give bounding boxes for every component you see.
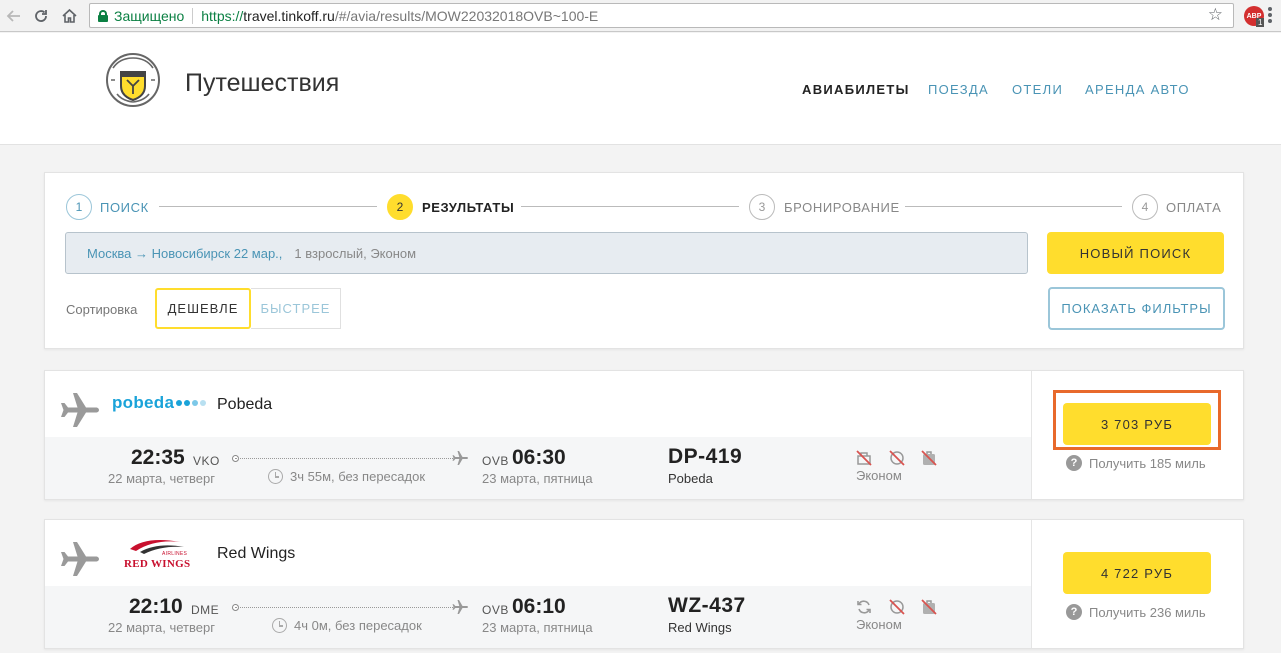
airplane-icon xyxy=(61,542,99,576)
step-connector xyxy=(521,206,739,207)
address-bar[interactable]: Защищено https://travel.tinkoff.ru/#/avi… xyxy=(89,3,1234,28)
arrival-date: 23 марта, пятница xyxy=(482,620,593,635)
arrival-airport: OVB xyxy=(482,603,509,617)
departure-airport: VKO xyxy=(193,454,220,468)
no-meal-icon xyxy=(889,599,905,615)
airplane-small-icon xyxy=(452,600,468,614)
search-panel: 1 ПОИСК 2 РЕЗУЛЬТАТЫ 3 БРОНИРОВАНИЕ 4 ОП… xyxy=(44,172,1244,349)
brand-title: Путешествия xyxy=(185,69,340,97)
help-icon[interactable]: ? xyxy=(1066,455,1082,471)
sort-faster-button[interactable]: БЫСТРЕЕ xyxy=(251,288,341,329)
route-line xyxy=(235,458,453,459)
price-highlight-frame xyxy=(1053,390,1221,450)
step-3-label: БРОНИРОВАНИЕ xyxy=(784,200,900,215)
nav-car-rental[interactable]: АРЕНДА АВТО xyxy=(1085,82,1190,97)
home-icon[interactable] xyxy=(58,5,80,27)
browser-menu-icon[interactable] xyxy=(1268,7,1272,25)
site-header: Путешествия АВИАБИЛЕТЫ ПОЕЗДА ОТЕЛИ АРЕН… xyxy=(0,33,1281,145)
passengers-text: 1 взрослый, Эконом xyxy=(294,245,417,261)
departure-date: 22 марта, четверг xyxy=(108,620,215,635)
back-arrow-icon[interactable] xyxy=(3,5,25,27)
airline-name: Red Wings xyxy=(217,545,296,562)
sort-cheaper-button[interactable]: ДЕШЕВЛЕ xyxy=(155,288,251,329)
extension-badge: 1 xyxy=(1256,18,1265,27)
flight-duration: 4ч 0м, без пересадок xyxy=(272,618,422,633)
pobeda-logo: pobeda xyxy=(112,393,207,413)
search-summary[interactable]: Москва → Новосибирск 22 мар., 1 взрослый… xyxy=(65,232,1028,274)
new-search-button[interactable]: НОВЫЙ ПОИСК xyxy=(1047,232,1224,274)
nav-flights[interactable]: АВИАБИЛЕТЫ xyxy=(802,82,910,97)
step-4-circle: 4 xyxy=(1132,194,1158,220)
help-icon[interactable]: ? xyxy=(1066,604,1082,620)
route-text: Москва → Новосибирск 22 мар., xyxy=(87,245,283,261)
clock-icon xyxy=(268,469,283,484)
airplane-icon xyxy=(61,393,99,427)
sort-label: Сортировка xyxy=(66,302,138,317)
departure-date: 22 марта, четверг xyxy=(108,471,215,486)
operating-carrier: Red Wings xyxy=(668,620,732,635)
departure-time: 22:35 xyxy=(131,446,185,469)
nav-trains[interactable]: ПОЕЗДА xyxy=(928,82,989,97)
no-baggage-icon xyxy=(856,450,872,466)
step-connector xyxy=(905,206,1122,207)
operating-carrier: Pobeda xyxy=(668,471,713,486)
flight-result-card[interactable]: RED WINGS AIRLINES Red Wings 22:10 DME 2… xyxy=(44,519,1244,649)
departure-time: 22:10 xyxy=(129,595,183,618)
step-2-circle: 2 xyxy=(387,194,413,220)
exchange-icon xyxy=(857,600,871,614)
lock-icon xyxy=(98,9,108,22)
no-luggage-icon xyxy=(921,450,937,466)
step-4-label: ОПЛАТА xyxy=(1166,200,1222,215)
no-luggage-icon xyxy=(921,599,937,615)
redwings-logo: RED WINGS AIRLINES xyxy=(124,537,194,573)
reload-icon[interactable] xyxy=(30,5,52,27)
cabin-class: Эконом xyxy=(856,468,902,483)
divider xyxy=(1031,371,1032,499)
show-filters-button[interactable]: ПОКАЗАТЬ ФИЛЬТРЫ xyxy=(1048,287,1225,330)
flight-duration: 3ч 55м, без пересадок xyxy=(268,469,425,484)
tinkoff-logo[interactable] xyxy=(105,50,161,110)
step-1-circle[interactable]: 1 xyxy=(66,194,92,220)
no-meal-icon xyxy=(889,450,905,466)
route-line xyxy=(235,607,453,608)
step-connector xyxy=(159,206,377,207)
miles-info: ? Получить 236 миль xyxy=(1066,604,1206,620)
arrival-time: 06:10 xyxy=(512,595,566,618)
bookmark-star-icon[interactable]: ☆ xyxy=(1208,5,1223,25)
flight-number: DP-419 xyxy=(668,445,743,468)
step-3-circle: 3 xyxy=(749,194,775,220)
cabin-class: Эконом xyxy=(856,617,902,632)
divider xyxy=(192,7,194,24)
airplane-small-icon xyxy=(452,451,468,465)
nav-hotels[interactable]: ОТЕЛИ xyxy=(1012,82,1063,97)
url-text[interactable]: https://travel.tinkoff.ru/#/avia/results… xyxy=(201,8,598,24)
departure-airport: DME xyxy=(191,603,220,617)
clock-icon xyxy=(272,618,287,633)
arrival-time: 06:30 xyxy=(512,446,566,469)
browser-toolbar: Защищено https://travel.tinkoff.ru/#/avi… xyxy=(0,0,1281,32)
price-button[interactable]: 4 722 РУБ xyxy=(1063,552,1211,594)
airline-name: Pobeda xyxy=(217,396,273,413)
step-2-label: РЕЗУЛЬТАТЫ xyxy=(422,200,515,215)
arrival-date: 23 марта, пятница xyxy=(482,471,593,486)
secure-label: Защищено xyxy=(114,7,185,24)
miles-info: ? Получить 185 миль xyxy=(1066,455,1206,471)
step-1-label[interactable]: ПОИСК xyxy=(100,200,149,215)
arrival-airport: OVB xyxy=(482,454,509,468)
flight-number: WZ-437 xyxy=(668,594,746,617)
divider xyxy=(1031,520,1032,648)
